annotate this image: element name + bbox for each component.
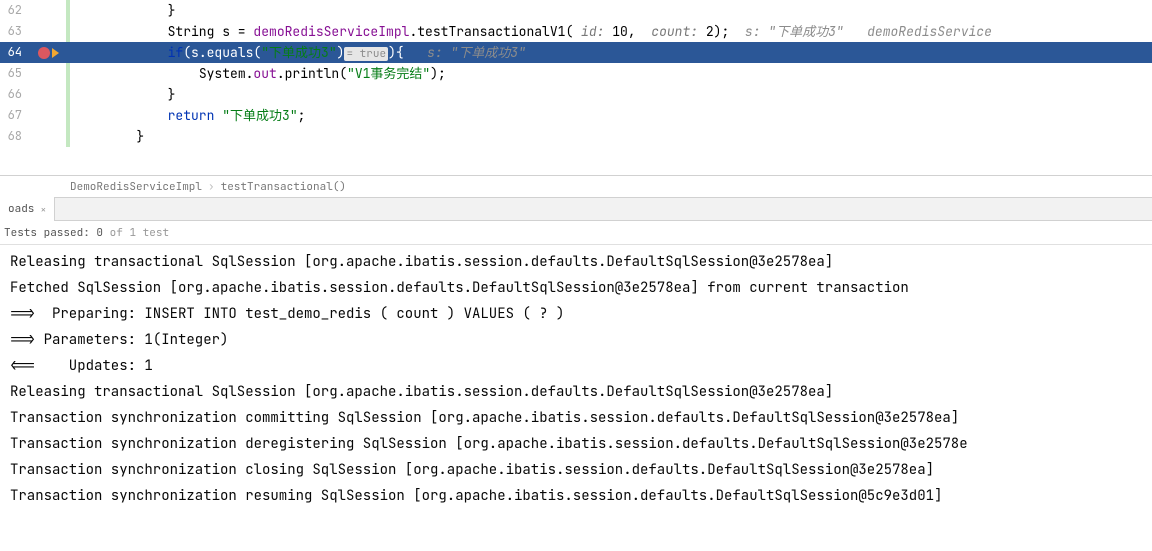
console-line[interactable]: Releasing transactional SqlSession [org.…: [10, 379, 1142, 405]
token-plain: 2);: [706, 23, 745, 40]
token-comment: s: "下单成功3" demoRedisService: [745, 23, 992, 40]
gutter-icons[interactable]: [30, 21, 66, 42]
console-line[interactable]: Transaction synchronization deregisterin…: [10, 431, 1142, 457]
code-line[interactable]: 65 System.out.println("V1事务完结");: [0, 63, 1152, 84]
token-hint: id:: [581, 23, 612, 40]
token-plain: String s =: [168, 23, 254, 40]
console-line[interactable]: ==> Preparing: INSERT INTO test_demo_red…: [10, 301, 1142, 327]
line-number[interactable]: 64: [0, 42, 30, 63]
console-tabs: oads ×: [0, 197, 1152, 221]
token-plain: System.: [199, 65, 254, 82]
line-number[interactable]: 62: [0, 0, 30, 21]
token-kw: if: [168, 44, 184, 61]
close-icon[interactable]: ×: [40, 203, 46, 216]
code-line[interactable]: 62 }: [0, 0, 1152, 21]
gutter-icons[interactable]: [30, 126, 66, 147]
line-number[interactable]: 68: [0, 126, 30, 147]
tests-total: of 1 test: [110, 226, 169, 240]
gutter-icons[interactable]: [30, 42, 66, 63]
token-str: "V1事务完结": [347, 65, 430, 82]
breadcrumb-class[interactable]: DemoRedisServiceImpl: [70, 180, 202, 194]
line-number[interactable]: 65: [0, 63, 30, 84]
breakpoint-icon[interactable]: [38, 47, 50, 59]
console-line[interactable]: Releasing transactional SqlSession [org.…: [10, 249, 1142, 275]
token-plain: .println(: [277, 65, 347, 82]
console-line[interactable]: Transaction synchronization committing S…: [10, 405, 1142, 431]
line-number[interactable]: 63: [0, 21, 30, 42]
line-content[interactable]: }: [70, 84, 1152, 105]
console-line[interactable]: Fetched SqlSession [org.apache.ibatis.se…: [10, 275, 1142, 301]
execution-point-icon: [52, 48, 59, 58]
token-plain: }: [168, 2, 176, 19]
line-content[interactable]: System.out.println("V1事务完结");: [70, 63, 1152, 84]
console-line[interactable]: <== Updates: 1: [10, 353, 1142, 379]
line-number[interactable]: 67: [0, 105, 30, 126]
code-line[interactable]: 67 return "下单成功3";: [0, 105, 1152, 126]
test-status-bar: Tests passed: 0 of 1 test: [0, 221, 1152, 245]
token-field: out: [253, 65, 276, 82]
token-inline-hint: = true: [344, 47, 388, 61]
breadcrumb-method[interactable]: testTransactional(): [221, 180, 346, 194]
token-hint: count:: [651, 23, 706, 40]
token-kw: return: [168, 107, 223, 124]
line-number[interactable]: 66: [0, 84, 30, 105]
gutter-icons[interactable]: [30, 63, 66, 84]
console-line[interactable]: Transaction synchronization resuming Sql…: [10, 483, 1142, 509]
token-str: "下单成功3": [261, 44, 336, 61]
token-plain: ){: [388, 44, 427, 61]
token-plain: (s.equals(: [183, 44, 261, 61]
breadcrumb-separator: ›: [208, 180, 215, 194]
token-plain: }: [168, 86, 176, 103]
console-line[interactable]: Transaction synchronization closing SqlS…: [10, 457, 1142, 483]
token-plain: ;: [298, 107, 306, 124]
tab-label: oads: [8, 202, 34, 216]
code-editor[interactable]: 62 }63 String s = demoRedisServiceImpl.t…: [0, 0, 1152, 175]
code-line[interactable]: 64 if(s.equals("下单成功3")= true){ s: "下单成功…: [0, 42, 1152, 63]
gutter-icons[interactable]: [30, 105, 66, 126]
line-content[interactable]: return "下单成功3";: [70, 105, 1152, 126]
token-plain: }: [136, 128, 144, 145]
code-line[interactable]: 66 }: [0, 84, 1152, 105]
token-plain: .testTransactionalV1(: [409, 23, 581, 40]
token-plain: );: [430, 65, 446, 82]
gutter-icons[interactable]: [30, 0, 66, 21]
tests-passed-label: Tests passed:: [4, 226, 90, 240]
token-comment: s: "下单成功3": [427, 44, 526, 61]
line-content[interactable]: }: [70, 126, 1152, 147]
line-content[interactable]: }: [70, 0, 1152, 21]
gutter-icons[interactable]: [30, 84, 66, 105]
breadcrumb: DemoRedisServiceImpl › testTransactional…: [0, 175, 1152, 197]
console-output[interactable]: Releasing transactional SqlSession [org.…: [0, 245, 1152, 551]
code-line[interactable]: 63 String s = demoRedisServiceImpl.testT…: [0, 21, 1152, 42]
console-line[interactable]: ==> Parameters: 1(Integer): [10, 327, 1142, 353]
token-str: "下单成功3": [222, 107, 297, 124]
code-line[interactable]: 68 }: [0, 126, 1152, 147]
tab-threads[interactable]: oads ×: [0, 197, 55, 221]
line-content[interactable]: String s = demoRedisServiceImpl.testTran…: [70, 21, 1152, 42]
token-plain: 10,: [612, 23, 651, 40]
token-field: demoRedisServiceImpl: [253, 23, 409, 40]
line-content[interactable]: if(s.equals("下单成功3")= true){ s: "下单成功3": [70, 42, 1152, 63]
tests-passed-count: 0: [96, 226, 103, 240]
